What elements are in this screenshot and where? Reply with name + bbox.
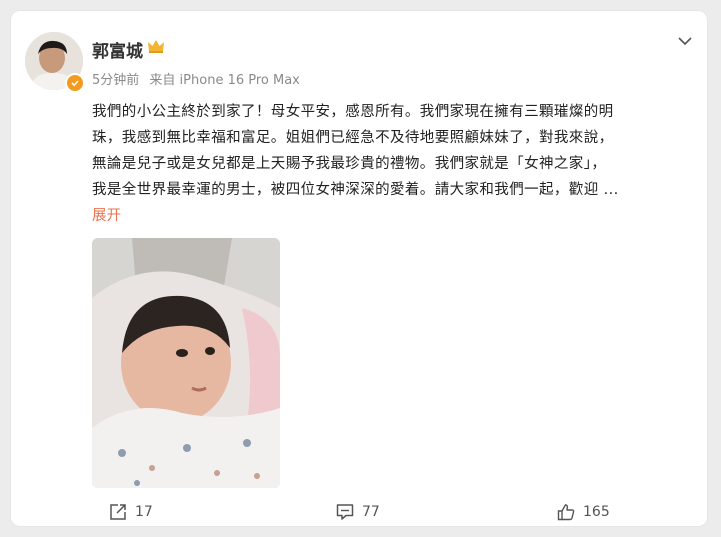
post-text-line: 無論是兒子或是女兒都是上天賜予我最珍貴的禮物。我們家就是「女神之家」， <box>92 156 607 172</box>
post-source: 来自 iPhone 16 Pro Max <box>149 73 300 88</box>
repost-button[interactable]: 17 <box>109 503 153 521</box>
author-name[interactable]: 郭富城 <box>92 37 143 62</box>
comment-count: 77 <box>362 504 380 520</box>
post-text-line: 珠，我感到無比幸福和富足。姐姐們已經急不及待地要照顧妹妹了，對我來說， <box>92 130 614 146</box>
weibo-post-card: 郭富城 5分钟前 来自 iPhone 16 Pro Max 我們的小公主終於到家… <box>10 10 708 527</box>
like-button[interactable]: 165 <box>557 503 610 521</box>
comment-button[interactable]: 77 <box>336 503 380 521</box>
post-text-line: 我是全世界最幸運的男士，被四位女神深深的愛着。請大家和我們一起，歡迎 ... <box>92 182 619 198</box>
chevron-down-icon[interactable] <box>677 33 693 49</box>
repost-icon <box>110 504 126 520</box>
post-text-line: 我們的小公主終於到家了！母女平安，感恩所有。我們家現在擁有三顆璀燦的明 <box>92 104 614 120</box>
post-meta: 5分钟前 来自 iPhone 16 Pro Max <box>92 69 300 88</box>
verified-badge-icon <box>65 73 85 93</box>
comment-icon <box>336 504 354 520</box>
expand-link[interactable]: 展开 <box>92 204 121 225</box>
baby-photo-image <box>92 238 280 488</box>
post-photo[interactable] <box>92 238 280 488</box>
like-count: 165 <box>583 504 610 520</box>
post-text: 我們的小公主終於到家了！母女平安，感恩所有。我們家現在擁有三顆璀燦的明 珠，我感… <box>92 99 690 203</box>
repost-count: 17 <box>135 504 153 520</box>
post-time: 5分钟前 <box>92 73 140 88</box>
crown-icon <box>148 40 164 53</box>
like-icon <box>557 504 575 521</box>
